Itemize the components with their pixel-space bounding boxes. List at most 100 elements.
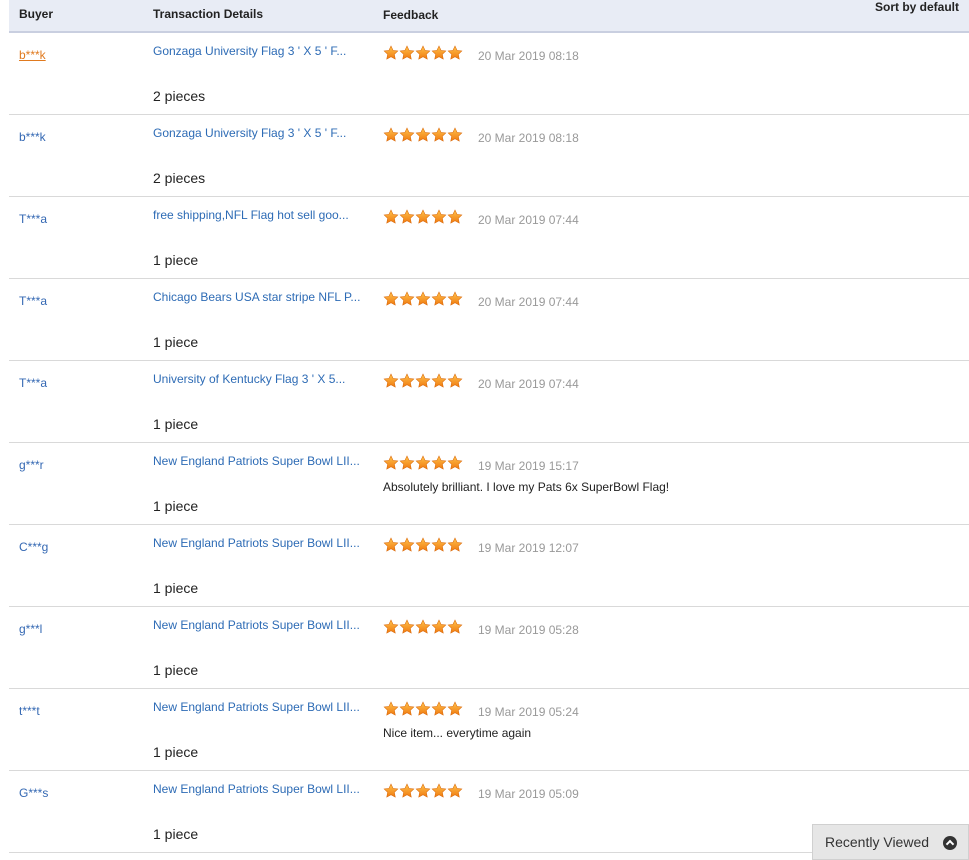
transaction-item-link[interactable]: Gonzaga University Flag 3 ' X 5 ' F... <box>153 44 368 59</box>
transaction-item-link[interactable]: New England Patriots Super Bowl LII... <box>153 536 368 551</box>
column-header-transaction-details: Transaction Details <box>153 7 264 21</box>
feedback-comment: Absolutely brilliant. I love my Pats 6x … <box>383 480 670 494</box>
star-icon <box>431 537 447 553</box>
star-icon <box>383 45 399 61</box>
star-icon <box>415 701 431 717</box>
star-icon <box>399 783 415 799</box>
transaction-item-link[interactable]: New England Patriots Super Bowl LII... <box>153 782 368 797</box>
quantity-text: 1 piece <box>153 662 199 678</box>
star-icon <box>383 455 399 471</box>
feedback-row: T***a Chicago Bears USA star stripe NFL P… <box>9 279 969 361</box>
star-icon <box>399 127 415 143</box>
quantity-text: 1 piece <box>153 498 199 514</box>
star-icon <box>415 209 431 225</box>
quantity-text: 2 pieces <box>153 88 206 104</box>
quantity-text: 1 piece <box>153 580 199 596</box>
star-rating <box>383 537 463 553</box>
star-icon <box>447 619 463 635</box>
feedback-row: T***a University of Kentucky Flag 3 ' X 5… <box>9 361 969 443</box>
chevron-up-circle-icon <box>943 836 957 850</box>
star-icon <box>415 373 431 389</box>
feedback-date: 20 Mar 2019 07:44 <box>478 295 579 309</box>
feedback-row: g***r New England Patriots Super Bowl LII… <box>9 443 969 525</box>
recently-viewed-button[interactable]: Recently Viewed <box>812 824 969 860</box>
star-icon <box>431 291 447 307</box>
feedback-date: 19 Mar 2019 12:07 <box>478 541 579 555</box>
star-icon <box>447 45 463 61</box>
star-rating <box>383 619 463 635</box>
buyer-link[interactable]: b***k <box>19 48 46 62</box>
star-rating <box>383 209 463 225</box>
star-rating <box>383 291 463 307</box>
star-rating <box>383 45 463 61</box>
feedback-list: b***k Gonzaga University Flag 3 ' X 5 ' F… <box>9 33 969 853</box>
star-icon <box>383 537 399 553</box>
feedback-row: C***g New England Patriots Super Bowl LII… <box>9 525 969 607</box>
transaction-item-link[interactable]: Gonzaga University Flag 3 ' X 5 ' F... <box>153 126 368 141</box>
column-header-feedback: Feedback <box>383 8 439 22</box>
transaction-item-link[interactable]: New England Patriots Super Bowl LII... <box>153 454 368 469</box>
feedback-row: b***k Gonzaga University Flag 3 ' X 5 ' F… <box>9 115 969 197</box>
buyer-link[interactable]: g***l <box>19 622 42 636</box>
buyer-link[interactable]: g***r <box>19 458 44 472</box>
quantity-text: 1 piece <box>153 252 199 268</box>
feedback-row: t***t New England Patriots Super Bowl LII… <box>9 689 969 771</box>
star-icon <box>399 455 415 471</box>
star-icon <box>447 127 463 143</box>
star-icon <box>383 291 399 307</box>
star-rating <box>383 373 463 389</box>
star-icon <box>383 619 399 635</box>
buyer-link[interactable]: T***a <box>19 212 47 226</box>
star-icon <box>415 537 431 553</box>
star-icon <box>415 291 431 307</box>
star-icon <box>399 291 415 307</box>
star-rating <box>383 455 463 471</box>
star-icon <box>399 701 415 717</box>
star-icon <box>447 701 463 717</box>
transaction-item-link[interactable]: Chicago Bears USA star stripe NFL P... <box>153 290 368 305</box>
star-icon <box>431 127 447 143</box>
buyer-link[interactable]: T***a <box>19 376 47 390</box>
feedback-comment: Nice item... everytime again <box>383 726 532 740</box>
star-icon <box>399 45 415 61</box>
star-icon <box>383 701 399 717</box>
sort-dropdown[interactable]: Sort by default <box>875 0 959 14</box>
star-icon <box>447 455 463 471</box>
quantity-text: 1 piece <box>153 334 199 350</box>
star-icon <box>431 783 447 799</box>
feedback-row: g***l New England Patriots Super Bowl LII… <box>9 607 969 689</box>
feedback-date: 20 Mar 2019 07:44 <box>478 213 579 227</box>
star-icon <box>447 783 463 799</box>
feedback-row: b***k Gonzaga University Flag 3 ' X 5 ' F… <box>9 33 969 115</box>
star-icon <box>383 373 399 389</box>
buyer-link[interactable]: b***k <box>19 130 46 144</box>
star-icon <box>383 783 399 799</box>
buyer-link[interactable]: t***t <box>19 704 40 718</box>
star-icon <box>447 291 463 307</box>
feedback-date: 20 Mar 2019 07:44 <box>478 377 579 391</box>
star-icon <box>383 127 399 143</box>
transaction-item-link[interactable]: University of Kentucky Flag 3 ' X 5... <box>153 372 368 387</box>
feedback-date: 19 Mar 2019 15:17 <box>478 459 579 473</box>
star-icon <box>415 619 431 635</box>
transaction-item-link[interactable]: New England Patriots Super Bowl LII... <box>153 700 368 715</box>
transaction-item-link[interactable]: free shipping,NFL Flag hot sell goo... <box>153 208 368 223</box>
star-icon <box>431 45 447 61</box>
star-rating <box>383 127 463 143</box>
star-icon <box>447 537 463 553</box>
star-icon <box>415 455 431 471</box>
star-icon <box>431 701 447 717</box>
star-rating <box>383 701 463 717</box>
star-icon <box>399 209 415 225</box>
star-icon <box>399 537 415 553</box>
feedback-date: 19 Mar 2019 05:24 <box>478 705 579 719</box>
star-icon <box>447 373 463 389</box>
transaction-item-link[interactable]: New England Patriots Super Bowl LII... <box>153 618 368 633</box>
buyer-link[interactable]: C***g <box>19 540 48 554</box>
feedback-date: 19 Mar 2019 05:09 <box>478 787 579 801</box>
star-icon <box>415 45 431 61</box>
star-icon <box>431 209 447 225</box>
quantity-text: 1 piece <box>153 416 199 432</box>
buyer-link[interactable]: G***s <box>19 786 48 800</box>
buyer-link[interactable]: T***a <box>19 294 47 308</box>
